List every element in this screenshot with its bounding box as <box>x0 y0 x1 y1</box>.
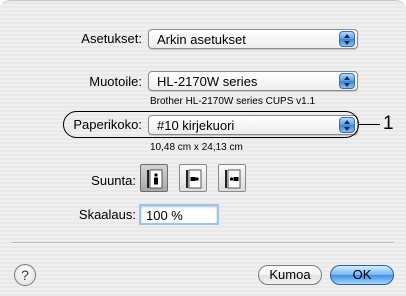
printer-value: HL-2170W series <box>157 74 258 89</box>
orientation-reverse-landscape-button[interactable] <box>218 164 246 192</box>
portrait-person-icon <box>147 169 163 189</box>
reverse-landscape-person-icon <box>225 169 241 189</box>
popup-arrows-icon <box>339 31 355 47</box>
popup-arrows-icon <box>339 73 355 89</box>
callout-number: 1 <box>383 113 394 134</box>
callout-highlight <box>63 111 359 138</box>
ok-button[interactable]: OK <box>330 265 394 285</box>
help-button[interactable]: ? <box>14 264 36 286</box>
callout-line <box>359 124 380 125</box>
printer-label: Muotoile: <box>89 74 142 89</box>
paper-dimensions: 10,48 cm x 24,13 cm <box>150 142 243 153</box>
orientation-landscape-button[interactable] <box>179 164 207 192</box>
scale-label: Skaalaus: <box>78 207 136 222</box>
settings-value: Arkin asetukset <box>157 32 246 47</box>
landscape-person-icon <box>186 169 202 189</box>
printer-description: Brother HL-2170W series CUPS v1.1 <box>150 96 316 107</box>
settings-popup[interactable]: Arkin asetukset <box>148 29 358 49</box>
orientation-portrait-button[interactable] <box>140 164 168 192</box>
cancel-button[interactable]: Kumoa <box>258 265 322 285</box>
printer-popup[interactable]: HL-2170W series <box>148 71 358 91</box>
page-setup-dialog: Asetukset: Arkin asetukset Muotoile: HL-… <box>0 0 406 296</box>
settings-label: Asetukset: <box>81 31 142 46</box>
scale-input[interactable] <box>139 204 219 225</box>
separator <box>12 242 394 244</box>
orientation-label: Suunta: <box>91 173 136 188</box>
